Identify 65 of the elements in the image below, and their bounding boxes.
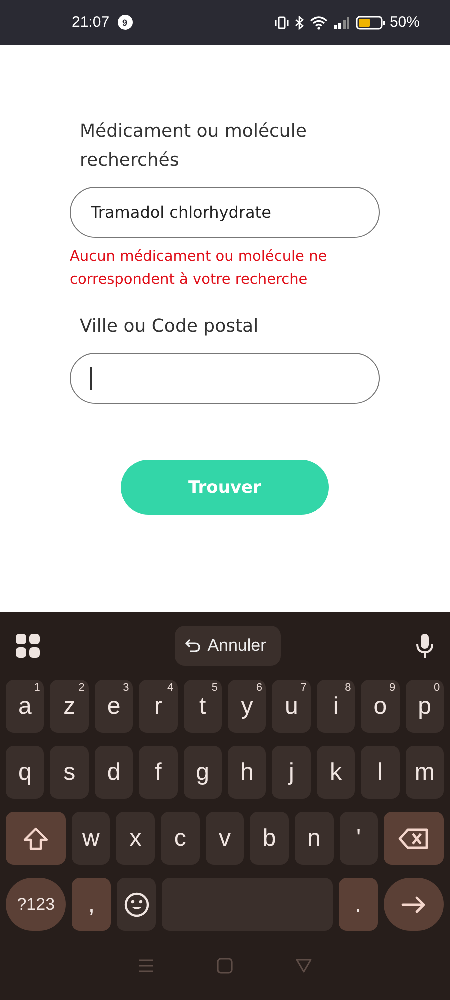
shift-icon [22, 826, 49, 850]
key[interactable]: n [294, 812, 334, 865]
key-hint: 8 [345, 682, 352, 694]
smiley-icon [124, 892, 150, 918]
error-message: Aucun médicament ou molécule ne correspondent à votre recherche [70, 248, 328, 290]
key[interactable]: t 5 [184, 680, 222, 733]
key-hint: 9 [390, 682, 396, 694]
key[interactable]: x [116, 812, 156, 865]
key[interactable]: c [161, 812, 200, 865]
key[interactable]: j [272, 746, 311, 799]
key[interactable]: l [361, 746, 400, 799]
key[interactable]: w [72, 812, 110, 865]
input-field[interactable] [70, 353, 380, 404]
key[interactable]: z 2 [50, 680, 89, 733]
key-hint: 7 [300, 682, 307, 694]
key[interactable]: o 9 [361, 680, 400, 733]
clock: 21:07 [72, 14, 110, 31]
backspace-key[interactable] [384, 812, 444, 865]
key[interactable]: g [184, 746, 222, 799]
bluetooth-icon [294, 16, 304, 30]
key-hint: 2 [78, 682, 85, 694]
backspace-icon [398, 828, 430, 850]
key[interactable]: b [250, 812, 289, 865]
input-field[interactable]: Tramadol chlorhydrate [70, 187, 380, 238]
key[interactable]: a 1 [6, 680, 44, 733]
key[interactable]: q [6, 746, 44, 799]
key-hint: 3 [123, 682, 130, 694]
key-hint: 1 [34, 682, 40, 694]
key[interactable]: s [50, 746, 89, 799]
key-hint: 4 [168, 682, 174, 694]
key-hint: 6 [256, 682, 262, 694]
notification-badge: 9 [118, 15, 133, 30]
key-hint: 0 [434, 682, 440, 694]
microphone-icon[interactable] [416, 633, 434, 659]
field-label: Ville ou Code postal [80, 315, 260, 339]
key[interactable]: , [72, 878, 112, 931]
field-label: Médicament ou molécule recherchés [80, 120, 308, 173]
key[interactable]: . [338, 878, 378, 931]
battery-percentage: 50% [390, 14, 420, 31]
key-hint: 5 [212, 682, 218, 694]
symbols-key[interactable]: ?123 [6, 878, 66, 931]
vibrate-icon [274, 16, 289, 30]
apps-grid-icon[interactable] [16, 634, 40, 658]
wifi-icon [310, 16, 328, 30]
key[interactable]: r 4 [139, 680, 178, 733]
text-cursor [90, 367, 92, 390]
key[interactable]: u 7 [272, 680, 311, 733]
key[interactable]: k [316, 746, 356, 799]
key[interactable]: d [94, 746, 134, 799]
key[interactable]: ' [340, 812, 378, 865]
battery-icon [356, 16, 386, 30]
undo-icon [184, 639, 201, 653]
key[interactable]: p 0 [406, 680, 444, 733]
undo-button[interactable]: Annuler [174, 626, 282, 666]
arrow-icon [400, 896, 427, 914]
key[interactable]: e 3 [94, 680, 134, 733]
key[interactable]: f [139, 746, 178, 799]
key[interactable]: i 8 [316, 680, 356, 733]
signal-icon [334, 16, 350, 28]
key[interactable]: m [406, 746, 444, 799]
shift-key[interactable] [6, 812, 66, 865]
key[interactable]: y 6 [228, 680, 266, 733]
key[interactable]: h [228, 746, 266, 799]
emoji-key[interactable] [117, 878, 156, 931]
key[interactable]: v [206, 812, 244, 865]
